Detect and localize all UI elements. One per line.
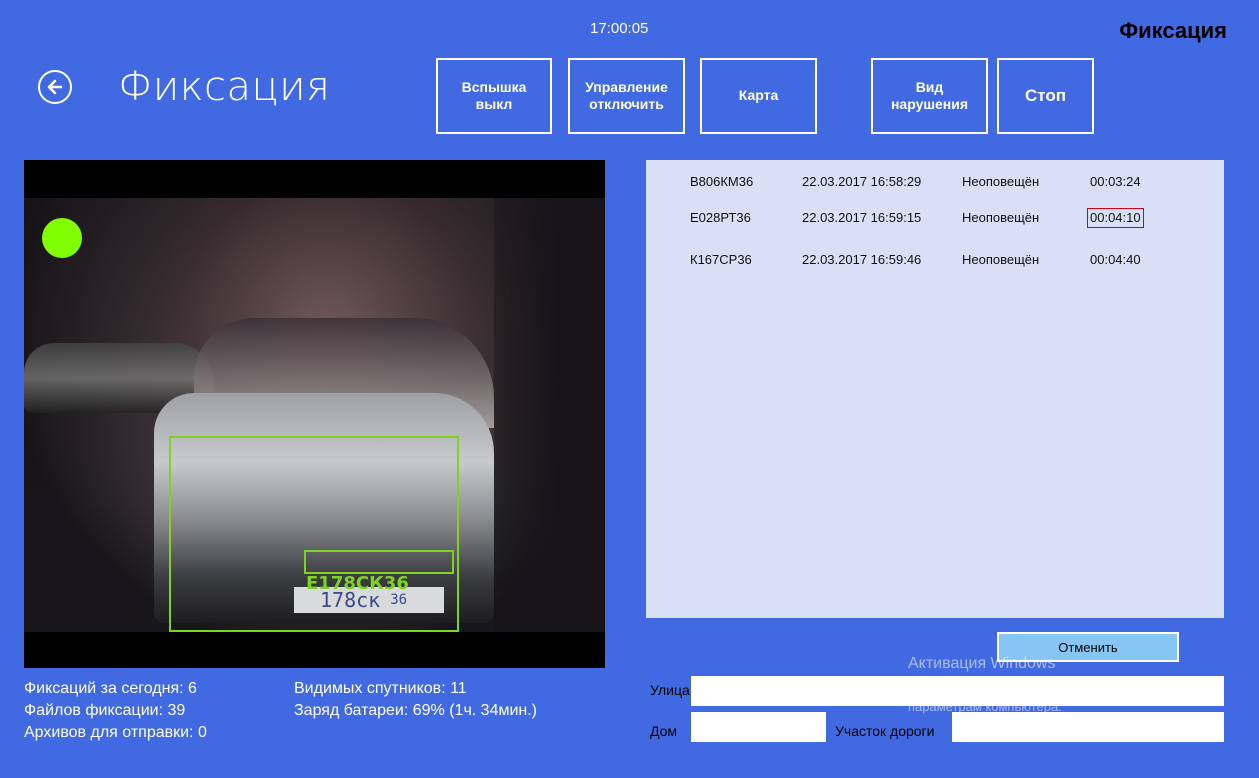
camera-feed: 178ск 36 Е178СК36 <box>24 160 605 668</box>
activation-watermark-line2: параметрам компьютера. <box>908 699 1062 714</box>
stop-button[interactable]: Стоп <box>997 58 1094 134</box>
arrow-left-icon <box>47 79 63 95</box>
activation-watermark-line1: Чтобы активировать Windows, перейдите к <box>908 681 1169 696</box>
fixation-files: Файлов фиксации: 39 <box>24 702 186 719</box>
archives-to-send: Архивов для отправки: 0 <box>24 724 207 741</box>
clock: 17:00:05 <box>590 20 649 37</box>
record-duration-selected[interactable]: 00:04:10 <box>1087 208 1144 228</box>
battery-status: Заряд батареи: 69% (1ч. 34мин.) <box>294 702 538 719</box>
plate-detection-box <box>304 550 454 574</box>
page-title: Фиксация <box>118 64 331 110</box>
record-plate: В806КМ36 <box>690 174 754 189</box>
record-datetime: 22.03.2017 16:59:15 <box>802 210 922 225</box>
house-label: Дом <box>650 723 678 739</box>
detected-plate-label: Е178СК36 <box>306 573 409 594</box>
house-input[interactable] <box>691 712 826 742</box>
visible-satellites: Видимых спутников: 11 <box>294 680 467 697</box>
violation-type-button[interactable]: Вид нарушения <box>871 58 988 134</box>
list-item[interactable]: В806КМ36 22.03.2017 16:58:29 Неоповещён … <box>646 170 1224 194</box>
record-status: Неоповещён <box>962 174 1040 189</box>
stats-right: Видимых спутников: 11 Заряд батареи: 69%… <box>294 678 537 722</box>
fixation-list[interactable]: В806КМ36 22.03.2017 16:58:29 Неоповещён … <box>646 160 1224 618</box>
street-label: Улица <box>650 682 690 698</box>
map-button[interactable]: Карта <box>700 58 817 134</box>
road-section-label: Участок дороги <box>835 723 935 739</box>
activation-watermark-title: Активация Windows <box>908 655 1056 672</box>
record-duration: 00:04:40 <box>1090 252 1141 267</box>
record-datetime: 22.03.2017 16:58:29 <box>802 174 922 189</box>
list-item[interactable]: Е028РТ36 22.03.2017 16:59:15 Неоповещён … <box>646 206 1224 230</box>
flash-toggle-button[interactable]: Вспышка выкл <box>436 58 552 134</box>
road-section-input[interactable] <box>952 712 1224 742</box>
record-status: Неоповещён <box>962 252 1040 267</box>
record-plate: Е028РТ36 <box>690 210 751 225</box>
record-duration: 00:03:24 <box>1090 174 1141 189</box>
list-item[interactable]: К167СР36 22.03.2017 16:59:46 Неоповещён … <box>646 248 1224 272</box>
control-toggle-button[interactable]: Управление отключить <box>568 58 685 134</box>
record-datetime: 22.03.2017 16:59:46 <box>802 252 922 267</box>
back-button[interactable] <box>38 70 72 104</box>
window-title: Фиксация <box>1119 18 1227 43</box>
stats-left: Фиксаций за сегодня: 6 Файлов фиксации: … <box>24 678 207 744</box>
recording-indicator <box>42 218 82 258</box>
vehicle-detection-box <box>169 436 459 632</box>
record-plate: К167СР36 <box>690 252 752 267</box>
fixations-today: Фиксаций за сегодня: 6 <box>24 680 197 697</box>
record-status: Неоповещён <box>962 210 1040 225</box>
